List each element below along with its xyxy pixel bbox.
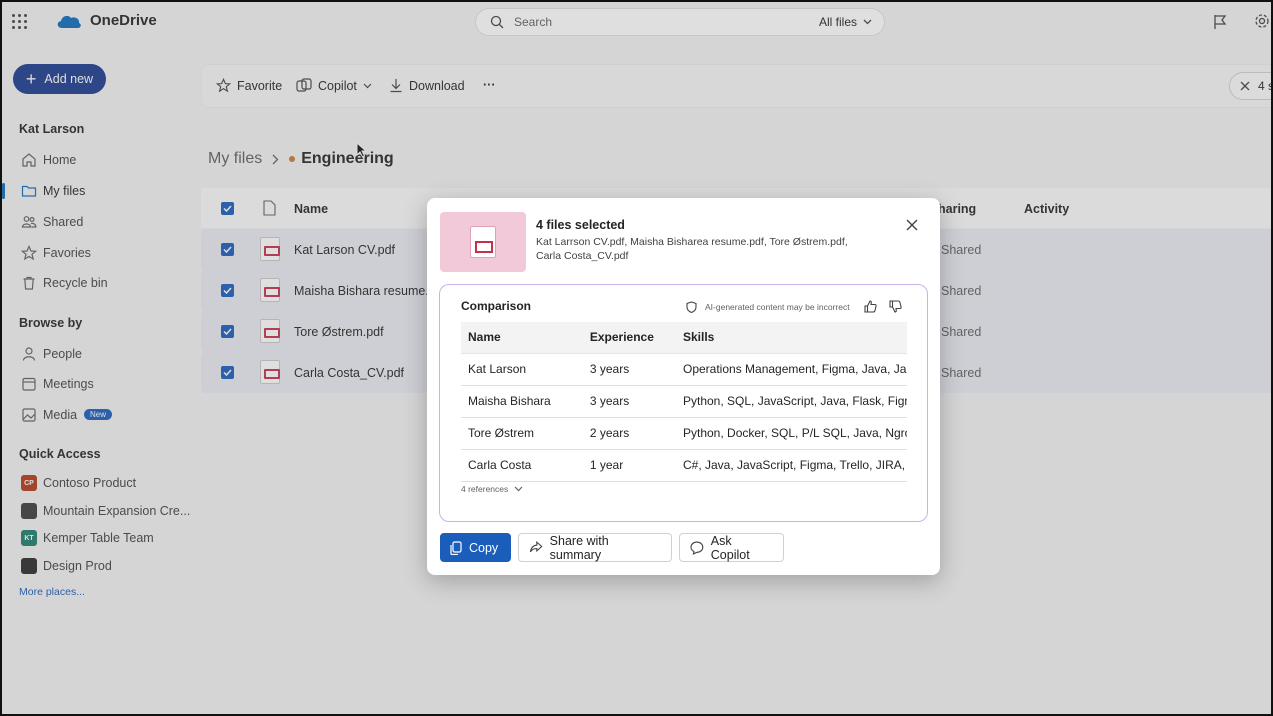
cell-skills: Operations Management, Figma, Java, Ja (676, 353, 907, 386)
cell-experience: 3 years (582, 385, 676, 418)
copy-icon (450, 540, 462, 555)
chevron-down-icon (514, 486, 523, 492)
table-header-row: Name Experience Skills (461, 322, 907, 354)
share-icon (529, 541, 543, 553)
cell-skills: Python, Docker, SQL, P/L SQL, Java, Ngro (676, 417, 907, 450)
copy-label: Copy (469, 540, 499, 555)
thumbs-up-icon[interactable] (864, 300, 877, 313)
skills-text: Python, Docker, SQL, P/L SQL, Java, Ngro (683, 425, 907, 440)
cell-experience: 1 year (582, 449, 676, 482)
references-label: 4 references (461, 484, 509, 494)
ask-copilot-label: Ask Copilot (710, 533, 750, 562)
cell-name: Carla Costa (461, 449, 583, 482)
cell-name: Kat Larson (461, 353, 583, 386)
cell-name: Tore Østrem (461, 417, 583, 450)
ai-disclaimer: AI-generated content may be incorrect (686, 301, 850, 313)
copilot-summary-dialog: 4 files selected Kat Larrson CV.pdf, Mai… (427, 198, 940, 575)
copy-button[interactable]: Copy (440, 533, 511, 562)
onedrive-window: OneDrive Search All files + Add new Kat … (0, 0, 1273, 716)
comparison-title: Comparison (461, 299, 532, 313)
column-header: Name (461, 322, 583, 354)
dialog-subtitle: Kat Larrson CV.pdf, Maisha Bisharea resu… (536, 236, 848, 262)
table-row: Maisha Bishara 3 years Python, SQL, Java… (461, 385, 907, 418)
close-icon[interactable] (905, 218, 919, 232)
feedback-buttons (864, 300, 902, 313)
dialog-title: 4 files selected (536, 218, 625, 232)
skills-text: C#, Java, JavaScript, Figma, Trello, JIR… (683, 457, 907, 472)
cell-skills: C#, Java, JavaScript, Figma, Trello, JIR… (676, 449, 907, 482)
pdf-document-icon (470, 226, 496, 258)
table-row: Kat Larson 3 years Operations Management… (461, 353, 907, 386)
ai-disclaimer-text: AI-generated content may be incorrect (705, 302, 850, 312)
shield-icon (686, 301, 697, 313)
thumbs-down-icon[interactable] (889, 300, 902, 313)
ask-copilot-button[interactable]: Ask Copilot (679, 533, 784, 562)
file-thumbnail (440, 212, 526, 272)
cell-experience: 2 years (582, 417, 676, 450)
comparison-card: Comparison AI-generated content may be i… (439, 284, 928, 522)
skills-text: Python, SQL, JavaScript, Java, Flask, Fi… (683, 393, 907, 408)
cell-experience: 3 years (582, 353, 676, 386)
comparison-table: Name Experience Skills Kat Larson 3 year… (461, 322, 907, 482)
share-with-summary-label: Share with summary (549, 533, 609, 562)
cell-skills: Python, SQL, JavaScript, Java, Flask, Fi… (676, 385, 907, 418)
share-with-summary-button[interactable]: Share with summary (518, 533, 672, 562)
references-toggle[interactable]: 4 references (461, 484, 523, 494)
column-header: Experience (582, 322, 676, 354)
cell-name: Maisha Bishara (461, 385, 583, 418)
skills-text: Operations Management, Figma, Java, Ja (683, 361, 907, 376)
table-row: Carla Costa 1 year C#, Java, JavaScript,… (461, 449, 907, 482)
chat-icon (690, 541, 704, 555)
table-row: Tore Østrem 2 years Python, Docker, SQL,… (461, 417, 907, 450)
column-header: Skills (676, 322, 907, 354)
